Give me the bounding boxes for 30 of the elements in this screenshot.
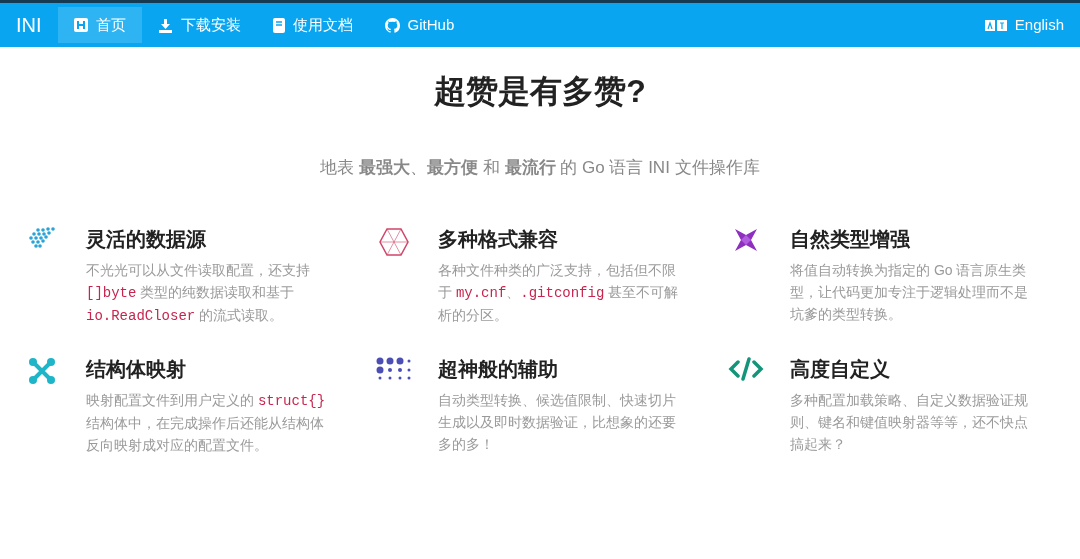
github-icon	[384, 17, 400, 33]
feature-title: 超神般的辅助	[438, 356, 559, 382]
nav-item[interactable]: 使用文档	[256, 7, 369, 43]
feature-description: 自动类型转换、候选值限制、快速切片生成以及即时数据验证，比想象的还要多的多！	[438, 390, 677, 454]
code-icon	[728, 356, 764, 381]
page-title: 超赞是有多赞?	[433, 72, 647, 111]
feature-description: 映射配置文件到用户定义的 struct{} 结构体中，在完成操作后还能从结构体反向映射成对应的配置文件。	[86, 390, 327, 455]
book-icon	[272, 17, 285, 33]
feature-title: 自然类型增强	[790, 226, 911, 252]
h-square-icon	[73, 18, 88, 32]
feature-description: 多种配置加载策略、自定义数据验证规则、键名和键值映射器等等，还不快点搞起来？	[790, 390, 1029, 454]
feature-description: 将值自动转换为指定的 Go 语言原生类型，让代码更加专注于逻辑处理而不是坑爹的类型转换。	[790, 260, 1029, 324]
feature-title: 高度自定义	[790, 356, 891, 382]
pinwheel-icon	[733, 226, 759, 253]
translate-icon	[984, 19, 1007, 31]
hexagon-icon	[378, 226, 410, 257]
nav-item[interactable]: 下载安装	[141, 7, 257, 43]
download-icon	[157, 17, 173, 33]
brand-logo[interactable]: INI	[0, 10, 58, 40]
dotted-wave-icon	[28, 226, 56, 251]
feature-description: 不光光可以从文件读取配置，还支持 []byte 类型的纯数据读取和基于 io.ReadCloser 的流式读取。	[86, 260, 311, 326]
feature-title: 结构体映射	[86, 356, 187, 382]
feature-title: 灵活的数据源	[86, 226, 207, 252]
feature-description: 各种文件种类的广泛支持，包括但不限于 my.cnf、.gitconfig 甚至不可解析的分区。	[438, 260, 680, 325]
nav-item[interactable]: GitHub	[368, 7, 471, 43]
subtitle: 地表 最强大、最方便 和 最流行 的 Go 语言 INI 文件操作库	[319, 157, 761, 179]
dots-grid-icon	[376, 356, 412, 381]
feature-title: 多种格式兼容	[438, 226, 559, 252]
nav-item[interactable]: 首页	[57, 7, 142, 43]
language-link[interactable]: English	[984, 13, 1064, 37]
